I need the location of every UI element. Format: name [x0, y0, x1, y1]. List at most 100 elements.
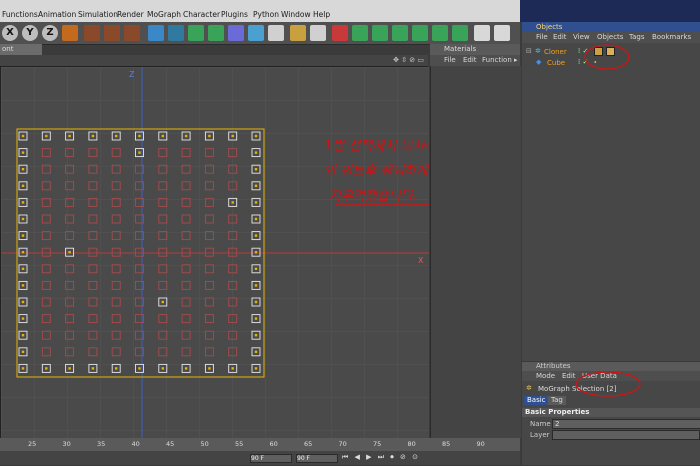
x-axis-button[interactable]: X	[2, 25, 18, 41]
spline-pen-icon[interactable]	[168, 25, 184, 41]
playback-controls[interactable]: ⏮ ◀ ▶ ⏭ ⏺ ⊘ ⊙	[342, 453, 420, 462]
clone-selection-dot	[21, 234, 25, 237]
clone-selection-dot	[21, 134, 25, 138]
name-label: Name	[530, 420, 551, 428]
materials-menu-file[interactable]: File	[444, 56, 456, 64]
expand-icon[interactable]: ⊟	[526, 47, 532, 55]
materials-menu-arrow-icon[interactable]: ▸	[514, 56, 518, 64]
menu-animation[interactable]: Animation	[38, 10, 76, 19]
materials-menu-edit[interactable]: Edit	[463, 56, 477, 64]
timeline-tick: 90	[476, 440, 485, 448]
objects-tree: ⊟ ✲ Cloner ⁞ ✓ ◆ Cube ⁞ ✓ ⬩	[522, 43, 700, 361]
z-axis-label: Z	[129, 70, 135, 79]
materials-menu-function[interactable]: Function	[482, 56, 512, 64]
attributes-menu-mode[interactable]: Mode	[536, 372, 555, 380]
timeline-tick: 45	[166, 440, 175, 448]
objects-menu-file[interactable]: File	[536, 33, 548, 41]
name-field[interactable]: 2	[552, 419, 700, 429]
objects-menu-bookmarks[interactable]: Bookmarks	[652, 33, 691, 41]
clone-selection-dot	[208, 367, 211, 370]
clone-selection-dot	[138, 134, 141, 138]
objects-menu-objects[interactable]: Objects	[597, 33, 623, 41]
array-icon[interactable]	[208, 25, 224, 41]
clone-selection-dot	[254, 284, 258, 287]
menu-help[interactable]: Help	[313, 10, 330, 19]
coordinate-system-icon[interactable]	[62, 25, 78, 41]
clone-selection-dot	[254, 151, 258, 154]
render-settings-icon[interactable]	[124, 25, 140, 41]
nurbs-icon[interactable]	[188, 25, 204, 41]
svg-text:지우려했습니다.: 지우려했습니다.	[329, 189, 417, 204]
clone-selection-dot	[21, 334, 25, 337]
layer-label: Layer	[530, 431, 550, 439]
timeline-tick: 55	[235, 440, 244, 448]
tab-basic[interactable]: Basic	[524, 396, 549, 405]
render-picture-viewer-icon[interactable]	[104, 25, 120, 41]
menu-window[interactable]: Window	[281, 10, 311, 19]
deformer-icon[interactable]	[228, 25, 244, 41]
render-view-icon[interactable]	[84, 25, 100, 41]
menu-simulation[interactable]: Simulation	[78, 10, 118, 19]
clone-selection-dot	[21, 267, 25, 270]
materials-title: Materials	[444, 45, 477, 53]
mograph-fracture-icon[interactable]	[372, 25, 388, 41]
clone-selection-dot	[254, 317, 258, 320]
clone-selection-dot	[115, 367, 118, 370]
z-axis-button[interactable]: Z	[42, 25, 58, 41]
clone-selection-dot	[21, 317, 25, 320]
content-browser-tab[interactable]: ont Browser	[0, 44, 42, 64]
mograph-tracer-icon[interactable]	[392, 25, 408, 41]
end-frame-field[interactable]: 90 F	[296, 454, 338, 463]
menu-functions[interactable]: Functions	[2, 10, 38, 19]
cube-label[interactable]: Cube	[547, 59, 565, 67]
scene-icon[interactable]	[248, 25, 264, 41]
clone-selection-dot	[138, 151, 141, 154]
timeline-tick: 85	[442, 440, 451, 448]
cloner-label[interactable]: Cloner	[544, 48, 567, 56]
mograph-cloner-icon[interactable]	[332, 25, 348, 41]
menu-mograph[interactable]: MoGraph	[147, 10, 181, 19]
menu-plugins[interactable]: Plugins	[221, 10, 248, 19]
clone-selection-dot	[254, 251, 258, 254]
clone-selection-dot	[68, 367, 71, 370]
menu-character[interactable]: Character	[183, 10, 220, 19]
layout-2-icon[interactable]	[494, 25, 510, 41]
clone-selection-dot	[45, 134, 48, 138]
viewport-nav-icons[interactable]: ✥ ⇳ ⊘ ▭	[393, 56, 424, 64]
clapper-icon[interactable]	[310, 25, 326, 41]
materials-list[interactable]	[430, 66, 521, 438]
y-axis-button[interactable]: Y	[22, 25, 38, 41]
objects-menu-view[interactable]: View	[573, 33, 590, 41]
timeline-ruler[interactable]: 25 30 35 40 45 50 55 60 65 70 75 80 85 90	[0, 438, 520, 451]
selection-tag-icon: ✲	[526, 384, 532, 392]
attributes-title: Attributes	[536, 362, 571, 370]
clone-selection-dot	[254, 234, 258, 237]
mograph-effector-icon[interactable]	[412, 25, 428, 41]
layer-field[interactable]	[552, 430, 700, 440]
objects-menu-tags[interactable]: Tags	[629, 33, 645, 41]
clone-selection-dot	[21, 300, 25, 304]
clone-selection-dot	[21, 284, 25, 287]
tab-tag[interactable]: Tag	[548, 396, 566, 405]
clone-selection-dot	[21, 201, 25, 204]
timeline-tick: 80	[407, 440, 416, 448]
timeline-tick: 70	[338, 440, 347, 448]
menu-render[interactable]: Render	[117, 10, 144, 19]
mograph-text-icon[interactable]	[432, 25, 448, 41]
clone-selection-dot	[231, 201, 234, 204]
clone-selection-dot	[231, 367, 234, 370]
camera-icon[interactable]	[268, 25, 284, 41]
clone-selection-dot	[21, 168, 25, 171]
attributes-body: ✲ MoGraph Selection [2] Basic Tag Basic …	[522, 371, 700, 465]
clone-selection-dot	[115, 134, 118, 138]
objects-panel-header: Objects	[522, 22, 700, 32]
menu-python[interactable]: Python	[253, 10, 279, 19]
current-frame-field[interactable]: 90 F	[250, 454, 292, 463]
objects-menu-edit[interactable]: Edit	[553, 33, 567, 41]
viewport[interactable]: Z X 1번 선택해서 복사해서 인 번트후 랜덤하게 몇개씩 지우려했습니다.	[0, 66, 600, 439]
mograph-matrix-icon[interactable]	[352, 25, 368, 41]
mograph-shader-icon[interactable]	[452, 25, 468, 41]
layout-icon[interactable]	[474, 25, 490, 41]
cube-primitive-icon[interactable]	[148, 25, 164, 41]
light-icon[interactable]	[290, 25, 306, 41]
